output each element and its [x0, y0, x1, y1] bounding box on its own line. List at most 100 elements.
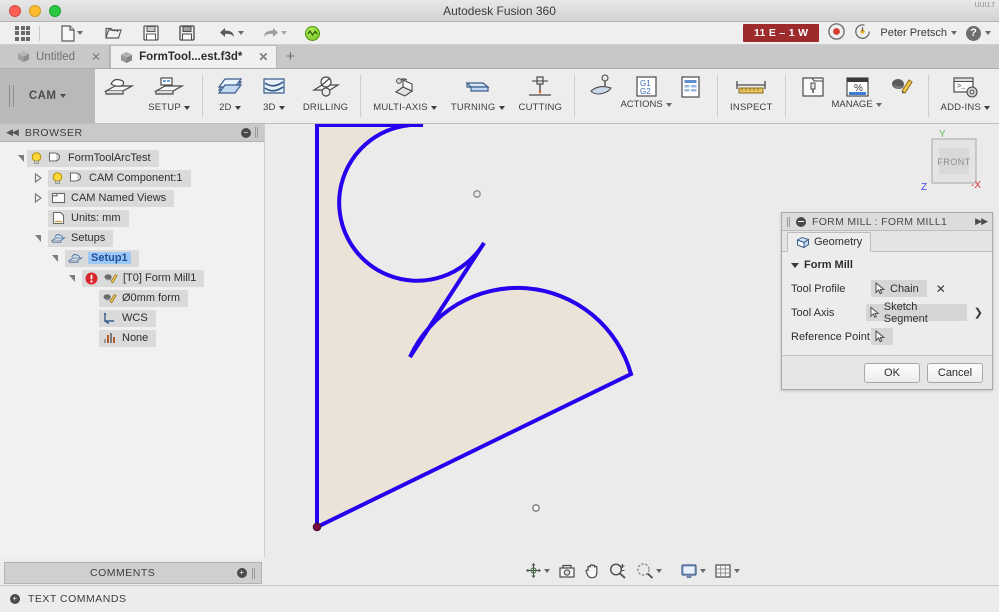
arc-center-point[interactable] — [473, 190, 481, 198]
twist-down-icon[interactable] — [31, 234, 44, 242]
redo-button[interactable] — [257, 23, 292, 44]
ribbon-label: 3D — [263, 102, 276, 113]
tree-row-cam-component[interactable]: CAM Component:1 — [0, 168, 264, 188]
dialog-grip[interactable] — [787, 216, 790, 227]
title-bar: Autodesk Fusion 360 uuu.r — [0, 0, 999, 22]
drilling-icon — [311, 73, 341, 101]
close-icon[interactable]: ✕ — [258, 50, 268, 64]
double-left-arrow-icon[interactable]: ◀◀ — [6, 127, 19, 138]
ribbon-item-addins[interactable]: >_ ADD-INS — [934, 69, 997, 123]
tree-row-units[interactable]: Units: mm — [0, 208, 264, 228]
light-bulb-icon[interactable] — [51, 171, 64, 185]
comments-bar[interactable]: COMMENTS + — [4, 562, 262, 584]
ribbon-item-multi-axis[interactable]: MULTI-AXIS — [366, 69, 444, 123]
orbit-tool-button[interactable] — [521, 560, 554, 582]
dot-options-icon[interactable]: − — [241, 127, 251, 138]
twist-down-icon[interactable] — [14, 154, 27, 162]
ribbon-item-setup-sheet[interactable] — [668, 69, 712, 101]
tree-row-form-mill1[interactable]: [T0] Form Mill1 — [0, 268, 264, 288]
save-as-button[interactable] — [174, 23, 200, 44]
zoom-window-button[interactable] — [632, 560, 666, 582]
plus-circle-icon[interactable]: + — [10, 594, 20, 604]
twist-right-icon[interactable] — [31, 193, 44, 203]
user-menu[interactable]: Peter Pretsch — [880, 27, 957, 39]
ribbon-grip — [9, 85, 14, 107]
tree-row-setup1[interactable]: Setup1 — [0, 248, 264, 268]
tab-formtool[interactable]: FormTool...est.f3d* ✕ — [110, 45, 278, 68]
edge-midpoint[interactable] — [532, 504, 540, 512]
light-bulb-icon[interactable] — [30, 151, 43, 165]
ribbon-item-setup-new[interactable] — [97, 69, 141, 123]
ribbon-item-3d[interactable]: 3D — [252, 69, 296, 123]
cancel-button[interactable]: Cancel — [927, 362, 983, 383]
undo-button[interactable] — [214, 23, 249, 44]
workspace-switcher[interactable]: CAM — [0, 69, 96, 123]
sketch-closed-profile[interactable] — [315, 124, 634, 531]
pan-tool-button[interactable] — [580, 560, 605, 582]
tree-row-setups[interactable]: Setups — [0, 228, 264, 248]
field-value: Sketch Segment — [883, 300, 928, 325]
minus-circle-icon[interactable] — [796, 216, 806, 227]
browser-tree: FormToolArcTest CAM Component:1 CAM Name… — [0, 142, 264, 348]
ribbon-item-post-process[interactable]: G1 G2 — [624, 69, 668, 101]
grid-snaps-button[interactable] — [710, 560, 744, 582]
record-dot-icon[interactable] — [828, 23, 846, 43]
text-commands-label[interactable]: TEXT COMMANDS — [28, 593, 126, 605]
ribbon-item-turning[interactable]: TURNING — [444, 69, 512, 123]
sketch-origin-point[interactable] — [312, 522, 322, 532]
open-file-button[interactable] — [100, 23, 128, 44]
look-at-button[interactable] — [554, 560, 580, 582]
ribbon-label: SETUP — [148, 102, 181, 113]
ribbon-item-feed-speed[interactable]: % — [835, 69, 879, 101]
document-cube-icon — [17, 50, 30, 63]
app-grid-button[interactable] — [10, 23, 35, 44]
tab-untitled[interactable]: Untitled ✕ — [8, 45, 111, 68]
ribbon-item-edit-tool[interactable] — [879, 69, 923, 101]
panel-resize-grip[interactable] — [255, 127, 258, 138]
chevron-right-icon[interactable]: ❯ — [974, 306, 983, 319]
form-mill-dialog[interactable]: FORM MILL : FORM MILL1 ▶▶ Geometry Form … — [781, 212, 993, 390]
twist-down-icon[interactable] — [48, 254, 61, 262]
dialog-footer: OK Cancel — [782, 355, 992, 389]
ok-button[interactable]: OK — [864, 362, 920, 383]
reference-point-select-button[interactable] — [871, 328, 893, 345]
hand-icon — [585, 564, 597, 579]
ribbon-item-inspect[interactable]: INSPECT — [723, 69, 780, 123]
tree-row-stock[interactable]: None — [0, 328, 264, 348]
tree-row-wcs[interactable]: WCS — [0, 308, 264, 328]
status-badge[interactable]: 11 E – 1 W — [742, 24, 820, 42]
new-tab-button[interactable]: + — [277, 45, 303, 68]
tree-row-formtoolarctest[interactable]: FormToolArcTest — [0, 148, 264, 168]
tool-axis-select-button[interactable]: Sketch Segment — [865, 301, 967, 325]
view-cube[interactable]: FRONT Y Z -X — [913, 126, 991, 200]
clock-icon[interactable] — [854, 23, 871, 43]
close-icon[interactable]: ✕ — [91, 50, 101, 64]
ribbon-item-setup-folder[interactable]: SETUP — [141, 69, 197, 123]
section-header-form-mill[interactable]: Form Mill — [791, 259, 983, 271]
field-label: Reference Point — [791, 330, 870, 343]
tree-row-cam-named-views[interactable]: CAM Named Views — [0, 188, 264, 208]
browser-panel: ◀◀ BROWSER − FormToolArcTest CAM Compone… — [0, 124, 265, 557]
clear-tool-profile-icon[interactable]: ✕ — [936, 282, 946, 296]
tab-geometry[interactable]: Geometry — [787, 232, 872, 252]
double-right-arrow-icon[interactable]: ▶▶ — [975, 216, 988, 227]
ribbon-item-simulate[interactable] — [580, 69, 624, 101]
dialog-header[interactable]: FORM MILL : FORM MILL1 ▶▶ — [782, 213, 992, 231]
save-button[interactable] — [138, 23, 164, 44]
tool-profile-select-button[interactable]: Chain — [871, 280, 927, 297]
display-settings-button[interactable] — [676, 560, 710, 582]
zoom-tool-button[interactable] — [605, 560, 632, 582]
ribbon-item-drilling[interactable]: DRILLING — [296, 69, 355, 123]
twist-right-icon[interactable] — [31, 173, 44, 183]
ribbon-item-cutting[interactable]: CUTTING — [512, 69, 570, 123]
plus-circle-icon[interactable]: + — [237, 568, 247, 578]
ribbon-item-2d[interactable]: 2D — [208, 69, 252, 123]
tree-row-tool[interactable]: Ø0mm form — [0, 288, 264, 308]
help-menu[interactable]: ? — [966, 25, 991, 41]
monitor-icon — [680, 563, 697, 578]
twist-down-icon[interactable] — [65, 274, 78, 282]
new-file-button[interactable] — [56, 23, 88, 44]
activity-button[interactable] — [300, 23, 325, 44]
ribbon-item-tool-library[interactable] — [791, 69, 835, 101]
comments-resize-grip[interactable] — [252, 567, 255, 579]
